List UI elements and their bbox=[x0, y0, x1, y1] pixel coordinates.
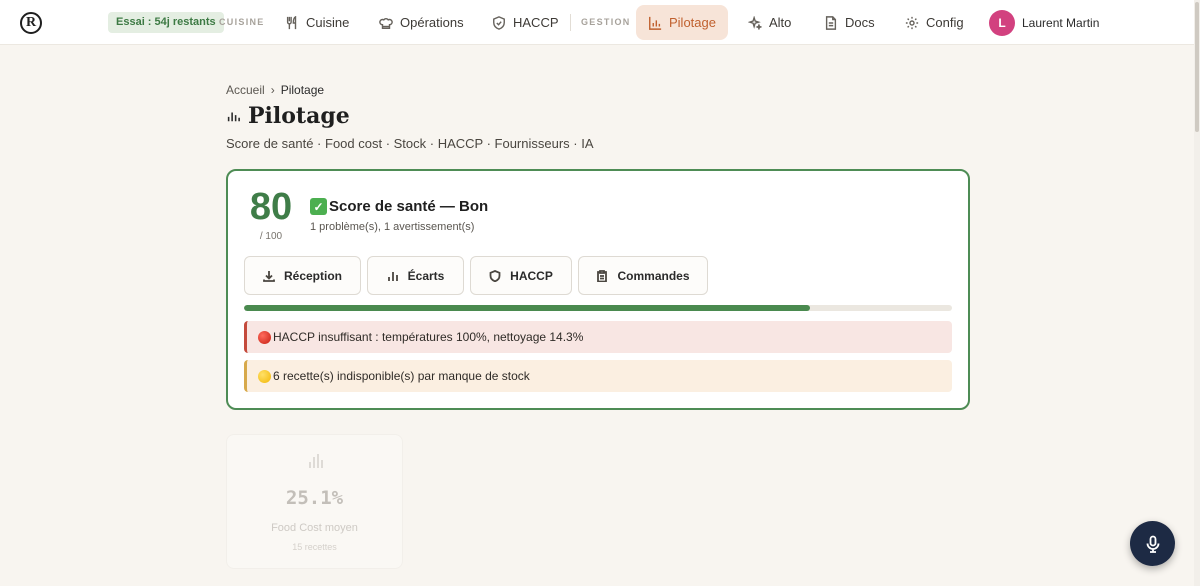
page-title-text: Pilotage bbox=[248, 103, 350, 129]
voice-assistant-button[interactable] bbox=[1130, 521, 1175, 566]
red-circle-icon bbox=[258, 330, 271, 344]
nav-item-label: Pilotage bbox=[669, 15, 716, 30]
haccp-button[interactable]: HACCP bbox=[470, 256, 572, 295]
health-score-max: / 100 bbox=[259, 231, 283, 242]
button-label: Commandes bbox=[617, 268, 690, 283]
trial-badge: Essai : 54j restants bbox=[108, 12, 224, 33]
nav-item-config[interactable]: Config bbox=[893, 5, 976, 40]
health-status-text: Score de santé — Bon bbox=[329, 198, 489, 215]
nav-item-cuisine[interactable]: Cuisine bbox=[273, 5, 361, 40]
utensils-icon bbox=[286, 15, 297, 29]
nav-item-pilotage[interactable]: Pilotage bbox=[636, 5, 728, 40]
bar-chart-icon bbox=[387, 271, 398, 281]
nav-section-cuisine-label: CUISINE bbox=[219, 17, 265, 27]
button-label: Écarts bbox=[407, 268, 445, 283]
nav-divider bbox=[570, 14, 571, 31]
nav-item-haccp[interactable]: HACCP bbox=[480, 5, 571, 40]
alert-text: 6 recette(s) indisponible(s) par manque … bbox=[273, 369, 530, 383]
nav-item-label: Alto bbox=[769, 15, 792, 30]
chef-hat-icon bbox=[379, 17, 393, 29]
document-icon bbox=[825, 15, 837, 30]
gear-icon bbox=[905, 16, 919, 29]
check-mark-icon: ✓ bbox=[310, 198, 327, 215]
food-cost-recipes-count: 15 recettes bbox=[292, 542, 337, 552]
health-status-detail: 1 problème(s), 1 avertissement(s) bbox=[310, 221, 475, 233]
page-title: Pilotage bbox=[226, 103, 350, 129]
button-label: Réception bbox=[283, 268, 342, 283]
page-subtitle: Score de santé · Food cost · Stock · HAC… bbox=[226, 136, 594, 151]
food-cost-value: 25.1% bbox=[285, 487, 344, 509]
nav-item-label: Docs bbox=[845, 15, 875, 30]
health-progress-fill bbox=[244, 305, 811, 311]
bar-chart-icon bbox=[227, 112, 240, 122]
food-cost-tile[interactable]: 25.1% Food Cost moyen 15 recettes bbox=[226, 434, 403, 569]
commandes-button[interactable]: Commandes bbox=[578, 256, 708, 295]
breadcrumb-separator: › bbox=[270, 83, 275, 97]
nav-item-label: Opérations bbox=[400, 15, 464, 30]
download-icon bbox=[263, 270, 275, 282]
ecarts-button[interactable]: Écarts bbox=[367, 256, 464, 295]
sparkles-icon bbox=[748, 15, 762, 30]
shield-icon bbox=[489, 269, 501, 282]
alert-warning: 6 recette(s) indisponible(s) par manque … bbox=[244, 360, 952, 392]
nav-section-gestion-label: GESTION bbox=[581, 17, 631, 27]
nav-item-operations[interactable]: Opérations bbox=[367, 5, 476, 40]
user-name[interactable]: Laurent Martin bbox=[1022, 16, 1099, 30]
nav-item-label: Config bbox=[926, 15, 964, 30]
health-score-card: 80 / 100 ✓ Score de santé — Bon 1 problè… bbox=[226, 169, 970, 410]
alert-problem: HACCP insuffisant : températures 100%, n… bbox=[244, 321, 952, 353]
nav-item-label: Cuisine bbox=[306, 15, 350, 30]
breadcrumb-home-link[interactable]: Accueil bbox=[226, 83, 265, 97]
nav-item-docs[interactable]: Docs bbox=[812, 5, 887, 40]
yellow-circle-icon bbox=[258, 369, 271, 383]
top-navigation-bar: R Essai : 54j restants CUISINE Cuisine O… bbox=[0, 0, 1194, 45]
app-logo[interactable]: R bbox=[20, 12, 42, 34]
health-score-value: 80 bbox=[249, 186, 293, 228]
button-label: HACCP bbox=[510, 268, 553, 283]
scrollbar-thumb[interactable] bbox=[1195, 2, 1199, 132]
clipboard-icon bbox=[597, 269, 608, 282]
breadcrumb-current: Pilotage bbox=[280, 83, 325, 97]
bar-chart-icon bbox=[649, 16, 662, 30]
microphone-icon bbox=[1146, 535, 1159, 553]
breadcrumb: Accueil › Pilotage bbox=[226, 83, 324, 97]
reception-button[interactable]: Réception bbox=[244, 256, 361, 295]
logo-letter: R bbox=[25, 15, 37, 30]
nav-item-alto[interactable]: Alto bbox=[736, 5, 803, 40]
nav-item-label: HACCP bbox=[513, 15, 559, 30]
bar-chart-icon bbox=[309, 454, 323, 468]
health-progress-bar bbox=[244, 305, 952, 311]
alert-text: HACCP insuffisant : températures 100%, n… bbox=[273, 330, 584, 344]
user-avatar[interactable]: L bbox=[989, 10, 1015, 36]
page-scrollbar[interactable] bbox=[1194, 0, 1200, 586]
food-cost-label: Food Cost moyen bbox=[271, 522, 358, 534]
health-score: 80 / 100 bbox=[244, 185, 298, 242]
health-status: ✓ Score de santé — Bon bbox=[310, 198, 488, 215]
shield-check-icon bbox=[493, 15, 505, 30]
